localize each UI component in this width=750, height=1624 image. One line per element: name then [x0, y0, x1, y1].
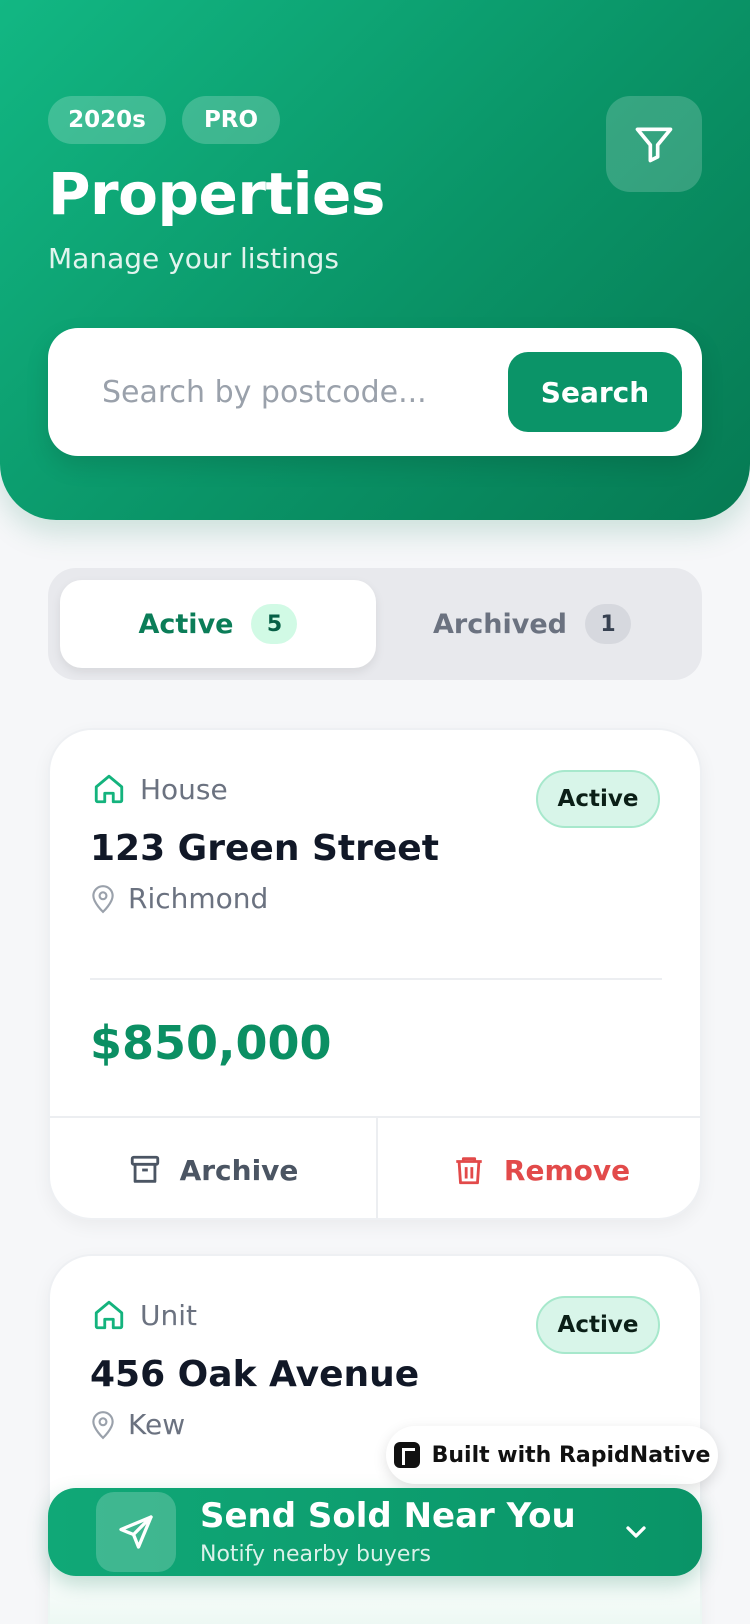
house-icon [94, 774, 124, 804]
tab-count-badge: 1 [584, 604, 631, 644]
status-badge: Active [536, 770, 660, 828]
rapidnative-logo-icon [393, 1442, 420, 1468]
property-type-label: House [140, 772, 228, 806]
property-type: Unit [92, 1298, 197, 1332]
built-with-label: Built with RapidNative [431, 1442, 711, 1468]
tab-archived[interactable]: Archived 1 [374, 580, 690, 668]
archive-icon [130, 1155, 159, 1183]
status-badge: Active [536, 1296, 660, 1354]
property-suburb: Richmond [90, 882, 268, 915]
send-icon [119, 1515, 153, 1549]
send-icon-container [96, 1492, 176, 1572]
page-subtitle: Manage your listings [48, 242, 339, 275]
property-address: 456 Oak Avenue [90, 1354, 420, 1395]
location-pin-icon [92, 1410, 114, 1439]
property-type: House [92, 772, 228, 806]
trash-icon [456, 1157, 482, 1185]
filter-button[interactable] [606, 96, 702, 192]
property-price: $850,000 [90, 1016, 332, 1070]
chevron-down-icon [626, 1526, 646, 1538]
house-icon [94, 1300, 124, 1330]
tab-count-badge: 5 [251, 604, 298, 644]
search-button[interactable]: Search [508, 352, 682, 432]
archive-button[interactable]: Archive [50, 1118, 378, 1218]
property-suburb: Kew [90, 1408, 185, 1441]
tag-pill-pro[interactable]: PRO [182, 96, 280, 144]
card-actions: Archive Remove [50, 1116, 700, 1218]
tab-label: Archived [433, 608, 567, 640]
card-divider [90, 978, 662, 980]
tag-pill-era[interactable]: 2020s [48, 96, 166, 144]
status-tabs: Active 5 Archived 1 [48, 568, 702, 680]
tab-active[interactable]: Active 5 [60, 580, 376, 668]
built-with-badge[interactable]: Built with RapidNative [386, 1426, 718, 1484]
tab-label: Active [138, 608, 234, 640]
property-address: 123 Green Street [90, 828, 439, 869]
suburb-label: Richmond [128, 882, 269, 915]
page-title: Properties [48, 160, 385, 228]
suburb-label: Kew [128, 1408, 186, 1441]
property-type-label: Unit [140, 1298, 197, 1332]
header: 2020s PRO Properties Manage your listing… [0, 0, 750, 520]
send-sold-banner[interactable]: Send Sold Near You Notify nearby buyers [48, 1488, 702, 1576]
search-input[interactable] [102, 358, 482, 426]
remove-label: Remove [503, 1153, 631, 1187]
search-box: Search [48, 328, 702, 456]
banner-subtitle: Notify nearby buyers [200, 1542, 431, 1567]
location-pin-icon [92, 884, 114, 913]
property-card[interactable]: House Active 123 Green Street Richmond $… [48, 728, 702, 1220]
remove-button[interactable]: Remove [378, 1118, 700, 1218]
filter-icon [635, 127, 673, 163]
archive-label: Archive [179, 1153, 299, 1187]
banner-title: Send Sold Near You [200, 1496, 576, 1536]
banner-expand-button[interactable] [616, 1512, 656, 1552]
